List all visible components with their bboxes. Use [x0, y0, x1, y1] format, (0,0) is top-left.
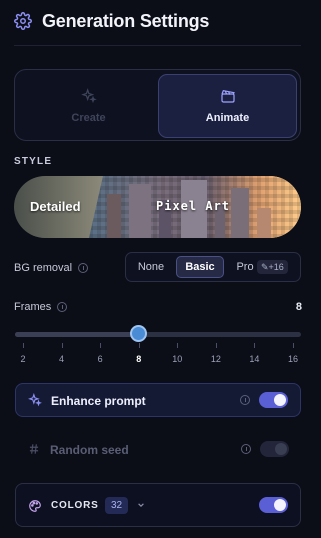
slider-tick-label: 14 [249, 354, 260, 364]
slider-tick [177, 343, 179, 348]
slider-tick [254, 343, 256, 348]
slider-tick-label: 4 [59, 354, 65, 364]
slider-tick-label: 16 [287, 354, 298, 364]
chevron-down-icon[interactable] [137, 501, 145, 509]
frames-slider-fill [15, 332, 139, 337]
slider-tick [100, 343, 102, 348]
bg-option-none[interactable]: None [134, 256, 168, 278]
slider-tick [138, 343, 140, 348]
clapperboard-icon [220, 89, 235, 103]
colors-count-badge[interactable]: 32 [105, 497, 129, 514]
generation-settings-panel: Generation Settings Create Animate STYLE [0, 0, 321, 538]
style-detailed-label: Detailed [30, 199, 81, 214]
frames-row: Frames [14, 301, 68, 313]
bg-removal-selector: None Basic Pro ✎+16 [125, 252, 301, 282]
bg-option-pro[interactable]: Pro [230, 256, 260, 278]
slider-tick-label: 8 [136, 354, 142, 364]
info-icon[interactable] [78, 263, 89, 273]
hash-icon [29, 444, 39, 454]
palette-icon [29, 500, 41, 512]
toggle-knob [274, 394, 286, 406]
style-picker: Detailed Pixel Art [14, 176, 301, 238]
enhance-prompt-toggle[interactable] [259, 392, 288, 408]
sparkle-icon [80, 88, 97, 104]
style-section-label: STYLE [14, 156, 53, 167]
mode-toggle: Create Animate [14, 69, 301, 141]
animate-mode-label: Animate [205, 112, 250, 124]
slider-tick [23, 343, 24, 348]
colors-label: COLORS [51, 500, 99, 511]
slider-tick-label: 6 [97, 354, 103, 364]
header-divider [14, 45, 301, 46]
toggle-knob [275, 443, 287, 455]
info-icon[interactable] [240, 395, 250, 405]
slider-tick [215, 343, 217, 348]
enhance-prompt-label: Enhance prompt [51, 394, 146, 408]
slider-tick-label: 10 [172, 354, 183, 364]
panel-header: Generation Settings [14, 10, 209, 32]
gear-icon [14, 12, 32, 30]
info-icon[interactable] [241, 444, 251, 454]
animate-mode-button[interactable]: Animate [158, 74, 297, 138]
panel-title: Generation Settings [42, 10, 210, 31]
enhance-prompt-card[interactable]: Enhance prompt [15, 383, 301, 417]
bg-removal-row: BG removal [14, 262, 89, 274]
frames-slider[interactable] [15, 325, 301, 342]
frames-value: 8 [295, 301, 302, 313]
random-seed-card[interactable]: Random seed [15, 433, 301, 467]
random-seed-toggle[interactable] [260, 441, 289, 457]
colors-toggle[interactable] [259, 497, 288, 513]
slider-tick-label: 12 [210, 354, 221, 364]
sparkle-icon [28, 393, 42, 407]
create-mode-label: Create [71, 112, 106, 124]
random-seed-label: Random seed [50, 443, 129, 457]
frames-label: Frames [14, 301, 52, 313]
frames-slider-thumb[interactable] [130, 325, 148, 342]
toggle-knob [274, 499, 286, 511]
info-icon[interactable] [57, 302, 68, 312]
pro-cost-badge: ✎+16 [257, 260, 288, 274]
slider-tick-label: 2 [20, 354, 26, 364]
slider-tick [293, 343, 294, 348]
colors-card[interactable]: COLORS 32 [15, 483, 301, 527]
bg-removal-label: BG removal [14, 262, 73, 274]
create-mode-button[interactable]: Create [19, 74, 158, 138]
slider-tick [61, 343, 63, 348]
bg-option-basic[interactable]: Basic [176, 256, 224, 278]
style-pixel-art-label: Pixel Art [156, 199, 231, 213]
